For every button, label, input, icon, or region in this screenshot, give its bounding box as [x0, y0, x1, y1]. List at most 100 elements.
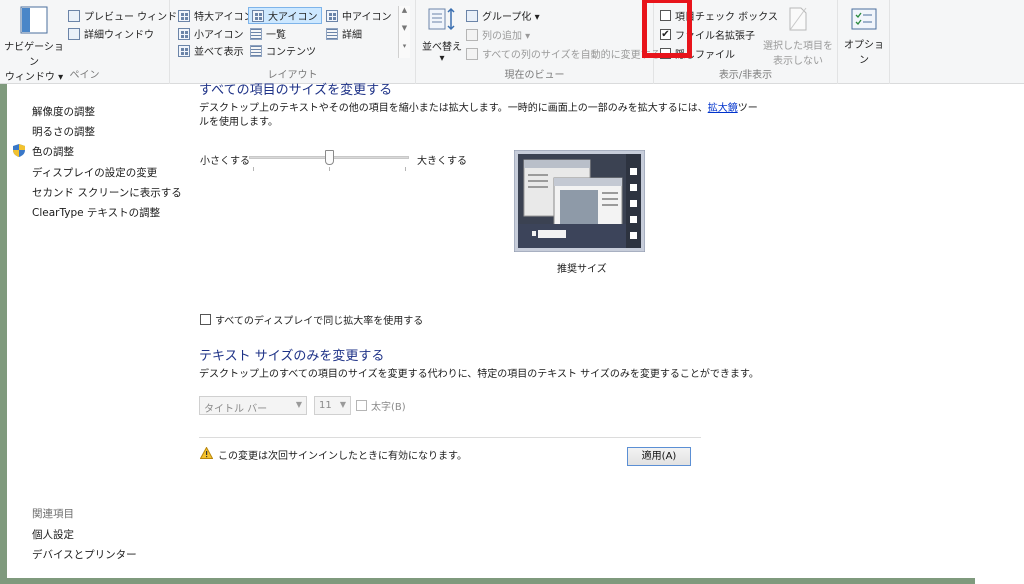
add-columns-label: 列の追加 ▾: [482, 31, 531, 42]
sidebar-link-personalize[interactable]: 個人設定: [32, 527, 74, 542]
ribbon-group-current-view: 並べ替え ▾ グループ化 ▾ 列の追加 ▾ すべての列のサイズを自動的に変更する…: [416, 0, 661, 84]
same-scale-checkbox[interactable]: [200, 314, 211, 325]
details-pane-button[interactable]: 詳細ウィンドウ: [68, 26, 154, 41]
layout-list-label: 一覧: [266, 30, 286, 41]
shield-icon: [13, 144, 25, 157]
same-scale-option[interactable]: すべてのディスプレイで同じ拡大率を使用する: [200, 312, 423, 327]
group-by-icon: [466, 9, 478, 22]
layout-tiles[interactable]: 並べて表示: [178, 43, 244, 58]
hide-selected-items-button[interactable]: 選択した項目を 表示しない: [762, 6, 834, 67]
layout-medium-label: 中アイコン: [342, 12, 392, 23]
list-icon: [250, 27, 262, 40]
font-size-value: 11: [319, 400, 332, 411]
item-select-value: タイトル バー: [204, 404, 268, 415]
large-icons-icon: [252, 9, 264, 22]
group-by-button[interactable]: グループ化 ▾: [466, 8, 540, 23]
layout-large-label: 大アイコン: [268, 12, 318, 23]
display-settings-panel: 解像度の調整 明るさの調整 色の調整 ディスプレイの設定の変更 セカンド スクリ…: [7, 83, 1024, 578]
bold-option[interactable]: 太字(B): [356, 398, 406, 413]
sidebar-link-display-settings[interactable]: ディスプレイの設定の変更: [32, 165, 157, 180]
font-size-select[interactable]: 11 ▼: [314, 396, 351, 415]
layout-small-label: 小アイコン: [194, 30, 244, 41]
navigation-pane-label: ナビゲーション: [4, 42, 64, 68]
chevron-down-icon: ▼: [339, 400, 346, 409]
hide-selected-label-2: 表示しない: [773, 56, 823, 67]
layout-large-icons[interactable]: 大アイコン: [248, 7, 322, 24]
layout-extra-large-icons[interactable]: 特大アイコン: [178, 8, 254, 23]
add-columns-button[interactable]: 列の追加 ▾: [466, 27, 530, 42]
ribbon-group-show-hide: 項目チェック ボックス ✔ ファイル名拡張子 隠しファイル 選択した項目を 表示…: [642, 0, 838, 84]
preview-pane-icon: [68, 9, 80, 22]
options-label: オプション: [844, 40, 884, 66]
small-icons-icon: [178, 27, 190, 40]
slider-small-label: 小さくする: [200, 156, 250, 167]
add-columns-icon: [466, 28, 478, 41]
hide-selected-icon: [789, 7, 807, 31]
section-title-text-size: テキスト サイズのみを変更する: [199, 349, 385, 364]
slider-large-label: 大きくする: [417, 156, 467, 167]
slider-tick: [329, 167, 330, 171]
layout-gallery-more[interactable]: ▾: [398, 42, 410, 58]
ribbon-group-pane: ナビゲーション ウィンドウ ▾ プレビュー ウィンドウ 詳細ウィンドウ ペイン: [0, 0, 187, 84]
chevron-down-icon: ▼: [295, 400, 302, 409]
layout-list[interactable]: 一覧: [250, 26, 286, 41]
ribbon-group-show-hide-label: 表示/非表示: [718, 70, 773, 81]
layout-tiles-label: 並べて表示: [194, 47, 244, 58]
section-title-change-all-size: すべての項目のサイズを変更する: [199, 83, 393, 98]
sort-by-label: 並べ替え: [422, 42, 462, 53]
sidebar-link-devices-printers[interactable]: デバイスとプリンター: [32, 547, 137, 562]
ribbon: ナビゲーション ウィンドウ ▾ プレビュー ウィンドウ 詳細ウィンドウ ペイン …: [0, 0, 1024, 84]
layout-details[interactable]: 詳細: [326, 26, 362, 41]
navigation-pane-button[interactable]: ナビゲーション ウィンドウ ▾: [4, 6, 64, 83]
options-button[interactable]: オプション: [840, 8, 888, 66]
sort-by-button[interactable]: 並べ替え ▾: [422, 6, 462, 64]
window-left-border: [0, 84, 7, 584]
magnifier-link[interactable]: 拡大鏡: [708, 103, 738, 114]
description-text-size: デスクトップ上のすべての項目のサイズを変更する代わりに、特定の項目のテキスト サ…: [199, 369, 759, 380]
same-scale-label: すべてのディスプレイで同じ拡大率を使用する: [215, 316, 424, 327]
layout-gallery-scroll-down[interactable]: ▼: [398, 24, 410, 42]
details-pane-label: 詳細ウィンドウ: [84, 30, 154, 41]
extra-large-icons-icon: [178, 9, 190, 22]
preview-caption: 推奨サイズ: [557, 264, 607, 275]
layout-small-icons[interactable]: 小アイコン: [178, 26, 244, 41]
ribbon-group-current-view-label: 現在のビュー: [504, 70, 565, 81]
window-bottom-border: [0, 578, 975, 584]
divider: [199, 437, 701, 438]
sort-by-arrow: ▾: [439, 53, 445, 64]
content-icon: [250, 44, 262, 57]
size-slider[interactable]: [249, 149, 409, 173]
description-all-size: デスクトップ上のテキストやその他の項目を縮小または拡大します。一時的に画面上の一…: [199, 99, 758, 114]
preview-display-image: [514, 150, 645, 252]
medium-icons-icon: [326, 9, 338, 22]
size-all-columns-icon: [466, 47, 478, 60]
details-icon: [326, 27, 338, 40]
related-items-heading: 関連項目: [32, 508, 74, 520]
layout-content[interactable]: コンテンツ: [250, 43, 316, 58]
layout-gallery-scroll-up[interactable]: ▲: [398, 6, 410, 24]
slider-tick: [253, 167, 254, 171]
bold-label: 太字(B): [371, 402, 406, 413]
apply-button[interactable]: 適用(A): [627, 447, 691, 466]
description-all-size-line2: ルを使用します。: [199, 117, 278, 128]
description-all-size-tail: ツー: [737, 103, 758, 114]
highlight-box: [642, 0, 692, 58]
details-pane-icon: [68, 27, 80, 40]
navigation-pane-icon: [20, 6, 48, 34]
size-all-columns-button[interactable]: すべての列のサイズを自動的に変更する: [466, 46, 661, 61]
size-slider-thumb[interactable]: [324, 150, 334, 165]
bold-checkbox[interactable]: [356, 400, 367, 411]
sidebar-link-second-screen[interactable]: セカンド スクリーンに表示する: [32, 185, 182, 200]
sort-icon: [428, 7, 455, 31]
layout-medium-icons[interactable]: 中アイコン: [326, 8, 392, 23]
warning-text: この変更は次回サインインしたときに有効になります。: [218, 451, 467, 462]
layout-content-label: コンテンツ: [266, 47, 316, 58]
warning-icon: [200, 447, 213, 459]
sidebar-link-color[interactable]: 色の調整: [32, 144, 74, 159]
sidebar-link-resolution[interactable]: 解像度の調整: [32, 104, 95, 119]
sidebar-link-brightness[interactable]: 明るさの調整: [32, 124, 95, 139]
ribbon-group-layout: 特大アイコン 大アイコン 中アイコン 小アイコン 一覧 詳細 並べて表示 コンテ…: [170, 0, 416, 84]
sidebar-link-cleartype[interactable]: ClearType テキストの調整: [32, 205, 160, 220]
item-select[interactable]: タイトル バー ▼: [199, 396, 307, 415]
tiles-icon: [178, 44, 190, 57]
